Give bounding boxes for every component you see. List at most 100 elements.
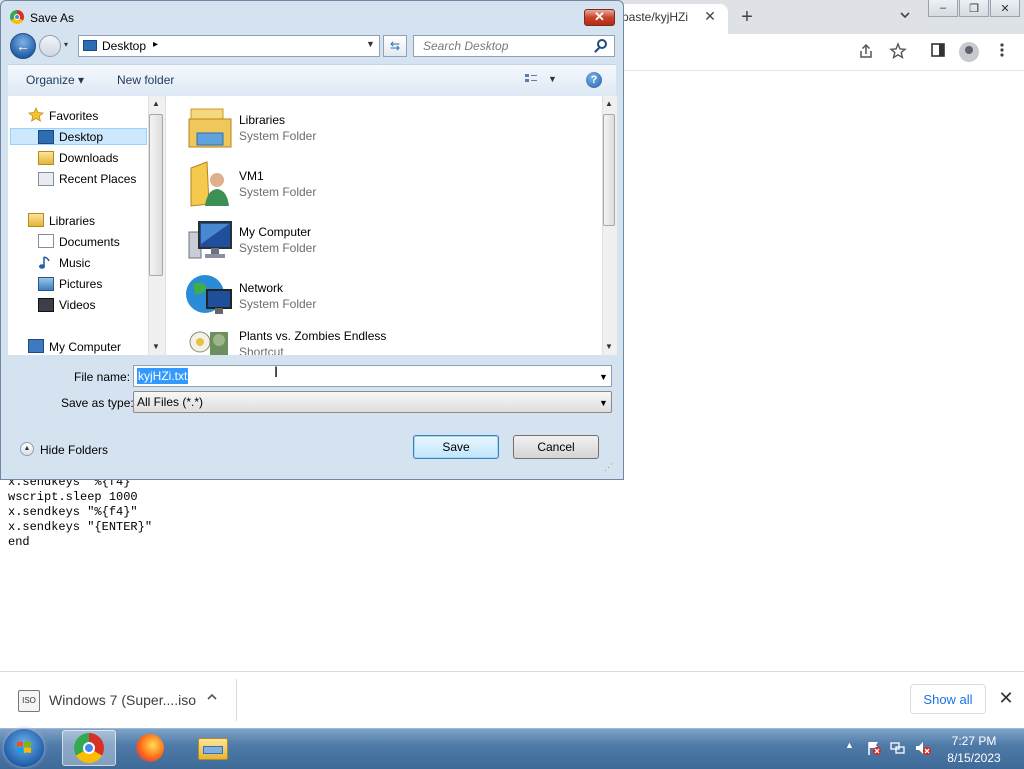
nav-item-recent-places[interactable]: Recent Places — [59, 172, 136, 186]
forward-button[interactable] — [39, 35, 61, 57]
new-folder-button[interactable]: New folder — [117, 73, 174, 87]
computer-icon — [28, 339, 44, 353]
windows-logo-icon — [17, 741, 31, 753]
nav-scroll-thumb[interactable] — [149, 114, 163, 276]
views-dropdown-icon[interactable]: ▼ — [548, 74, 557, 84]
dialog-close-button[interactable]: ✕ — [584, 9, 615, 26]
save-button[interactable]: Save — [413, 435, 499, 459]
tray-expand-icon[interactable]: ▲ — [845, 740, 854, 750]
nav-item-music[interactable]: Music — [59, 256, 90, 270]
tab-close-icon[interactable]: ✕ — [702, 8, 718, 24]
show-all-button[interactable]: Show all — [910, 684, 986, 714]
file-type: System Folder — [239, 185, 317, 199]
chevron-up-icon[interactable]: ▲ — [20, 442, 34, 456]
tab-search-icon[interactable] — [896, 8, 914, 26]
nav-favorites[interactable]: Favorites — [49, 109, 98, 123]
clock-date[interactable]: 8/15/2023 — [940, 751, 1008, 765]
chrome-icon-center — [83, 742, 95, 754]
restore-button[interactable]: ❐ — [959, 0, 989, 17]
file-name: Network — [239, 281, 284, 295]
music-note-icon — [38, 255, 54, 269]
nav-item-pictures[interactable]: Pictures — [59, 277, 102, 291]
folder-icon-overlay — [203, 746, 223, 754]
nav-my-computer[interactable]: My Computer — [49, 340, 121, 354]
browser-tab-title: paste/kyjHZi — [622, 10, 689, 24]
scroll-up-arrow-icon[interactable]: ▲ — [605, 99, 613, 108]
file-name-label: File name: — [74, 370, 131, 384]
help-button[interactable]: ? — [586, 72, 602, 88]
close-window-button[interactable]: ✕ — [990, 0, 1020, 17]
back-button[interactable]: ← — [10, 33, 36, 59]
network-icon[interactable] — [890, 740, 906, 756]
iso-file-icon: ISO — [18, 690, 40, 712]
pictures-icon — [38, 277, 54, 291]
address-location[interactable]: Desktop — [102, 39, 146, 53]
file-name: Libraries — [239, 113, 286, 127]
file-name: Plants vs. Zombies Endless — [239, 329, 387, 343]
file-name-value[interactable]: kyjHZi.txt — [137, 368, 189, 384]
download-item-name[interactable]: Windows 7 (Super....iso — [49, 692, 196, 708]
documents-icon — [38, 234, 54, 248]
action-center-flag-icon[interactable] — [866, 740, 882, 756]
bookmark-star-icon[interactable] — [888, 42, 908, 62]
file-name-dropdown-icon[interactable]: ▼ — [599, 372, 608, 382]
chevron-up-icon[interactable] — [205, 690, 221, 708]
recent-places-icon — [38, 172, 54, 186]
desktop-icon — [38, 130, 54, 144]
close-shelf-icon[interactable]: ✕ — [996, 688, 1016, 708]
views-icon[interactable] — [524, 72, 538, 86]
code-line: x.sendkeys "%{f4}" — [8, 505, 138, 519]
side-panel-icon[interactable] — [928, 42, 948, 62]
search-icon[interactable] — [597, 39, 607, 49]
new-tab-button[interactable]: + — [736, 6, 758, 28]
scroll-down-arrow-icon[interactable]: ▼ — [152, 342, 160, 351]
chrome-icon — [10, 10, 24, 24]
text-cursor-icon: I — [274, 365, 279, 381]
scroll-up-arrow-icon[interactable]: ▲ — [152, 99, 160, 108]
save-as-type-value[interactable]: All Files (*.*) — [137, 395, 203, 409]
save-as-type-dropdown-icon[interactable]: ▼ — [599, 398, 608, 408]
file-name: VM1 — [239, 169, 264, 183]
minimize-button[interactable]: – — [928, 0, 958, 17]
nav-item-videos[interactable]: Videos — [59, 298, 95, 312]
libraries-folder-icon — [187, 105, 233, 149]
page-code-text: x.sendkeys "%{f4}" wscript.sleep 1000 x.se… — [8, 475, 152, 550]
nav-libraries[interactable]: Libraries — [49, 214, 95, 228]
favorites-star-icon — [28, 107, 44, 122]
refresh-button[interactable]: ⇆ — [383, 35, 407, 57]
hide-folders-button[interactable]: Hide Folders — [40, 443, 108, 457]
shelf-divider — [236, 679, 237, 721]
nav-item-desktop[interactable]: Desktop — [59, 130, 103, 144]
address-dropdown-icon[interactable]: ▼ — [366, 39, 375, 49]
nav-item-downloads[interactable]: Downloads — [59, 151, 118, 165]
code-line: x.sendkeys "{ENTER}" — [8, 520, 153, 534]
window-controls: – ❐ ✕ — [928, 0, 1020, 17]
libraries-icon — [28, 213, 44, 227]
save-as-type-select[interactable] — [133, 391, 612, 413]
network-globe-icon — [185, 272, 233, 318]
downloads-folder-icon — [38, 151, 54, 165]
code-line: end — [8, 535, 30, 549]
file-list-scroll-thumb[interactable] — [603, 114, 615, 226]
resize-grip-icon[interactable]: ⋰ — [604, 462, 613, 473]
organize-menu-button[interactable]: Organize ▾ — [26, 73, 84, 87]
user-folder-icon — [187, 160, 233, 208]
desktop-icon — [83, 40, 97, 51]
file-name-field[interactable] — [133, 365, 612, 387]
save-as-type-label: Save as type: — [61, 396, 134, 410]
profile-avatar[interactable] — [959, 42, 979, 62]
share-icon[interactable] — [856, 42, 876, 62]
clock-time[interactable]: 7:27 PM — [940, 734, 1008, 748]
volume-muted-icon[interactable] — [914, 740, 932, 756]
scroll-down-arrow-icon[interactable]: ▼ — [605, 342, 613, 351]
more-menu-icon[interactable] — [992, 42, 1012, 62]
plants-vs-zombies-icon — [188, 326, 234, 355]
file-type: System Folder — [239, 129, 317, 143]
cancel-button[interactable]: Cancel — [513, 435, 599, 459]
dialog-title: Save As — [30, 11, 75, 25]
recent-pages-dropdown-icon[interactable]: ▾ — [64, 40, 74, 50]
breadcrumb-arrow-icon[interactable]: ▸ — [153, 39, 158, 50]
firefox-icon — [136, 734, 164, 762]
file-type: System Folder — [239, 241, 317, 255]
nav-item-documents[interactable]: Documents — [59, 235, 120, 249]
